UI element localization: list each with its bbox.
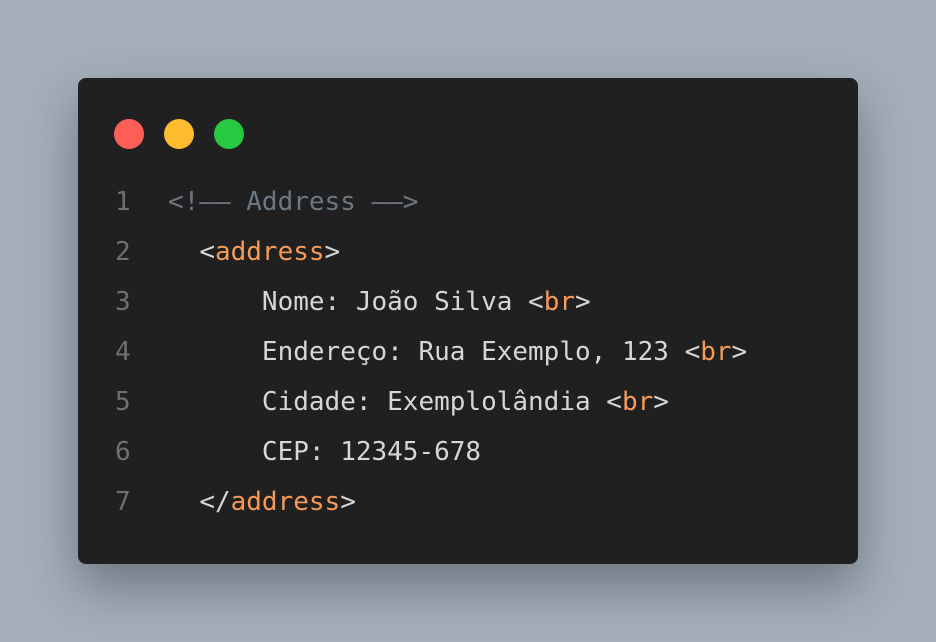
line-content: <!—— Address ——> <box>168 177 418 227</box>
line-content: <address> <box>168 227 340 277</box>
line-number: 5 <box>115 387 131 417</box>
token-text: CEP: 12345-678 <box>261 437 482 467</box>
code-line: 1 <!—— Address ——> <box>115 177 747 227</box>
line-number: 3 <box>115 287 131 317</box>
line-number: 6 <box>115 437 131 467</box>
line-content: </address> <box>168 477 356 527</box>
token-punctuation: < <box>528 287 544 317</box>
line-number: 4 <box>115 337 131 367</box>
token-tag: br <box>621 387 654 417</box>
token-tag: br <box>700 337 732 367</box>
token-punctuation: > <box>324 237 341 267</box>
code-line: 5 Cidade: Exemplolândia <br> <box>115 377 747 427</box>
line-content: Endereço: Rua Exemplo, 123 <br> <box>168 327 747 377</box>
close-button[interactable] <box>114 119 144 149</box>
window-controls <box>114 119 264 149</box>
code-line: 7 </address> <box>115 477 747 527</box>
line-number: 1 <box>115 187 131 217</box>
token-comment: <!—— Address ——> <box>168 187 419 217</box>
line-number: 2 <box>115 237 131 267</box>
token-text: Nome: João Silva <box>261 287 529 317</box>
code-block: 1 <!—— Address ——> 2 <address> 3 Nome: João… <box>115 177 747 527</box>
token-tag: address <box>214 237 325 267</box>
token-punctuation: > <box>653 387 669 417</box>
code-window: 1 <!—— Address ——> 2 <address> 3 Nome: João… <box>78 78 858 564</box>
token-punctuation: > <box>731 337 748 367</box>
token-punctuation: > <box>575 287 591 317</box>
code-line: 6 CEP: 12345-678 <box>115 427 747 477</box>
token-punctuation: </ <box>199 487 231 517</box>
line-number: 7 <box>115 487 131 517</box>
line-content: Cidade: Exemplolândia <br> <box>168 377 669 427</box>
minimize-button[interactable] <box>164 119 194 149</box>
token-punctuation: > <box>340 487 356 517</box>
line-content: Nome: João Silva <br> <box>168 277 591 327</box>
token-tag: br <box>543 287 575 317</box>
line-content: CEP: 12345-678 <box>168 427 481 477</box>
maximize-button[interactable] <box>214 119 244 149</box>
token-text: Cidade: Exemplolândia <box>261 387 607 417</box>
code-line: 2 <address> <box>115 227 747 277</box>
token-text: Endereço: Rua Exemplo, 123 <box>261 337 685 367</box>
token-punctuation: < <box>684 337 701 367</box>
code-line: 3 Nome: João Silva <br> <box>115 277 747 327</box>
token-tag: address <box>230 487 341 517</box>
token-punctuation: < <box>606 387 622 417</box>
token-punctuation: < <box>199 237 215 267</box>
code-line: 4 Endereço: Rua Exemplo, 123 <br> <box>115 327 747 377</box>
